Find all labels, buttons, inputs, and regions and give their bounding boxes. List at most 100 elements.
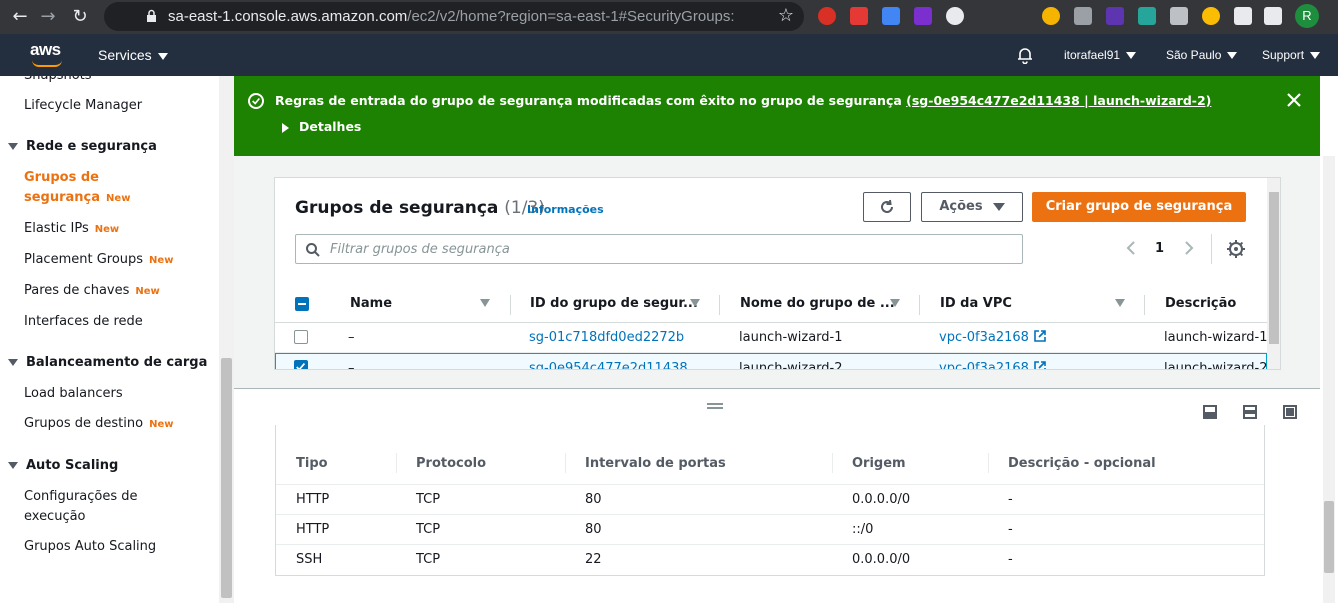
row-checkbox[interactable]	[294, 360, 308, 369]
sidebar-item-load-balancers[interactable]: Load balancers	[24, 384, 123, 404]
external-link-icon	[1034, 330, 1046, 342]
column-separator	[1144, 295, 1145, 315]
support-menu[interactable]: Support	[1262, 48, 1321, 62]
sidebar-section-network-security[interactable]: Rede e segurança	[8, 139, 157, 154]
back-icon[interactable]: ←	[8, 5, 32, 29]
sort-icon[interactable]	[890, 299, 900, 307]
sidebar: Snapshots Lifecycle Manager Rede e segur…	[0, 76, 234, 603]
info-link[interactable]: Informações	[527, 203, 604, 216]
drag-handle-icon[interactable]	[707, 403, 723, 409]
external-link-icon	[1034, 361, 1046, 369]
refresh-button[interactable]	[863, 192, 911, 222]
close-icon[interactable]	[1284, 90, 1304, 110]
rule-protocol: TCP	[416, 552, 441, 567]
column-header-name[interactable]: Name	[350, 296, 392, 311]
sidebar-item-lifecycle-manager[interactable]: Lifecycle Manager	[24, 96, 142, 116]
extension-icon[interactable]	[882, 7, 900, 25]
extension-icon[interactable]	[1074, 7, 1092, 25]
sidebar-item-launch-configurations[interactable]: Configurações de execução	[24, 487, 138, 527]
sidebar-item-snapshots[interactable]: Snapshots	[24, 76, 92, 86]
sort-icon[interactable]	[690, 299, 700, 307]
rule-source: 0.0.0.0/0	[852, 552, 911, 567]
banner-details-toggle[interactable]: Detalhes	[282, 119, 361, 134]
rule-row: HTTP TCP 80 0.0.0.0/0 -	[276, 485, 1264, 515]
layout-full-icon[interactable]	[1283, 405, 1297, 419]
extension-icon[interactable]	[1202, 7, 1220, 25]
media-icon[interactable]	[1264, 7, 1282, 25]
forward-icon[interactable]: →	[36, 5, 60, 29]
extension-icon[interactable]	[1042, 7, 1060, 25]
row-name: –	[348, 361, 355, 370]
vpc-id-link[interactable]: vpc-0f3a2168	[939, 330, 1046, 345]
sidebar-section-load-balancing[interactable]: Balanceamento de carga	[8, 355, 207, 370]
inbound-rules-table: Tipo Protocolo Intervalo de portas Orige…	[275, 425, 1265, 576]
sidebar-item-auto-scaling-groups[interactable]: Grupos Auto Scaling	[24, 537, 156, 557]
bookmark-star-icon[interactable]: ☆	[778, 5, 794, 26]
sidebar-scroll-thumb[interactable]	[221, 358, 232, 598]
table-row-selected[interactable]: – sg-0e954c477e2d11438 launch-wizard-2 v…	[275, 353, 1268, 370]
security-groups-panel: Grupos de segurança (1/3) Informações Aç…	[274, 177, 1281, 370]
region-menu[interactable]: São Paulo	[1166, 48, 1238, 62]
puzzle-icon[interactable]	[1234, 7, 1252, 25]
security-group-id-link[interactable]: sg-0e954c477e2d11438	[529, 361, 688, 369]
column-separator	[719, 295, 720, 315]
security-group-id-link[interactable]: sg-01c718dfd0ed2272b	[529, 330, 684, 345]
sidebar-item-target-groups[interactable]: Grupos de destino New	[24, 414, 173, 435]
banner-message: Regras de entrada do grupo de segurança …	[275, 93, 1212, 108]
extension-icon[interactable]	[946, 7, 964, 25]
select-all-checkbox[interactable]	[295, 297, 309, 311]
extension-icon[interactable]	[1138, 7, 1156, 25]
extension-icon[interactable]	[818, 7, 836, 25]
vpc-id-link[interactable]: vpc-0f3a2168	[939, 361, 1046, 369]
sidebar-item-key-pairs[interactable]: Pares de chaves New	[24, 281, 160, 302]
column-header-vpc-id[interactable]: ID da VPC	[940, 296, 1012, 311]
rule-description: -	[1008, 492, 1013, 507]
sort-icon[interactable]	[1115, 299, 1125, 307]
sort-icon[interactable]	[480, 299, 490, 307]
page-scrollbar[interactable]	[1320, 76, 1338, 603]
sidebar-item-network-interfaces[interactable]: Interfaces de rede	[24, 312, 143, 332]
banner-security-group-link[interactable]: (sg-0e954c477e2d11438 | launch-wizard-2)	[906, 93, 1211, 108]
rule-description: -	[1008, 522, 1013, 537]
sidebar-section-auto-scaling[interactable]: Auto Scaling	[8, 458, 118, 473]
services-menu[interactable]: Services	[98, 47, 168, 63]
account-menu[interactable]: itorafael91	[1064, 48, 1137, 62]
sidebar-item-elastic-ips[interactable]: Elastic IPs New	[24, 219, 119, 240]
browser-toolbar: ← → ↻ sa-east-1.console.aws.amazon.com/e…	[0, 0, 1338, 34]
rules-column-source: Origem	[852, 456, 906, 471]
bell-icon[interactable]	[1016, 46, 1034, 64]
row-checkbox[interactable]	[294, 330, 308, 344]
rule-ports: 80	[585, 492, 602, 507]
search-input[interactable]: Filtrar grupos de segurança	[295, 234, 1023, 264]
reload-icon[interactable]: ↻	[68, 5, 92, 29]
extension-icon[interactable]	[1106, 7, 1124, 25]
column-separator	[396, 453, 397, 473]
previous-page-icon[interactable]	[1124, 239, 1138, 257]
extension-icon[interactable]	[914, 7, 932, 25]
address-bar[interactable]: sa-east-1.console.aws.amazon.com/ec2/v2/…	[104, 2, 804, 31]
actions-dropdown[interactable]: Ações	[921, 192, 1023, 222]
layout-bottom-icon[interactable]	[1203, 405, 1217, 419]
table-scrollbar[interactable]	[1267, 178, 1280, 369]
rule-protocol: TCP	[416, 522, 441, 537]
gear-icon[interactable]	[1226, 239, 1246, 259]
create-security-group-button[interactable]: Criar grupo de segurança	[1032, 192, 1246, 222]
column-header-description[interactable]: Descrição	[1165, 296, 1236, 311]
profile-avatar[interactable]: R	[1295, 4, 1319, 28]
sidebar-item-security-groups[interactable]: Grupos de segurança New	[24, 168, 130, 209]
column-separator	[565, 453, 566, 473]
aws-logo[interactable]: aws	[30, 40, 66, 70]
sidebar-item-placement-groups[interactable]: Placement Groups New	[24, 250, 173, 271]
page-number[interactable]: 1	[1155, 241, 1164, 256]
table-row[interactable]: – sg-01c718dfd0ed2272b launch-wizard-1 v…	[275, 323, 1268, 353]
rule-type: HTTP	[296, 492, 330, 507]
column-header-group-name[interactable]: Nome do grupo de ...	[740, 296, 895, 311]
extension-icon[interactable]	[850, 7, 868, 25]
layout-split-icon[interactable]	[1243, 405, 1257, 419]
column-header-group-id[interactable]: ID do grupo de segur...	[530, 296, 698, 311]
camera-icon[interactable]	[1170, 7, 1188, 25]
refresh-icon	[881, 199, 893, 213]
next-page-icon[interactable]	[1182, 239, 1196, 257]
divider	[1211, 234, 1212, 264]
rules-column-protocol: Protocolo	[416, 456, 487, 471]
